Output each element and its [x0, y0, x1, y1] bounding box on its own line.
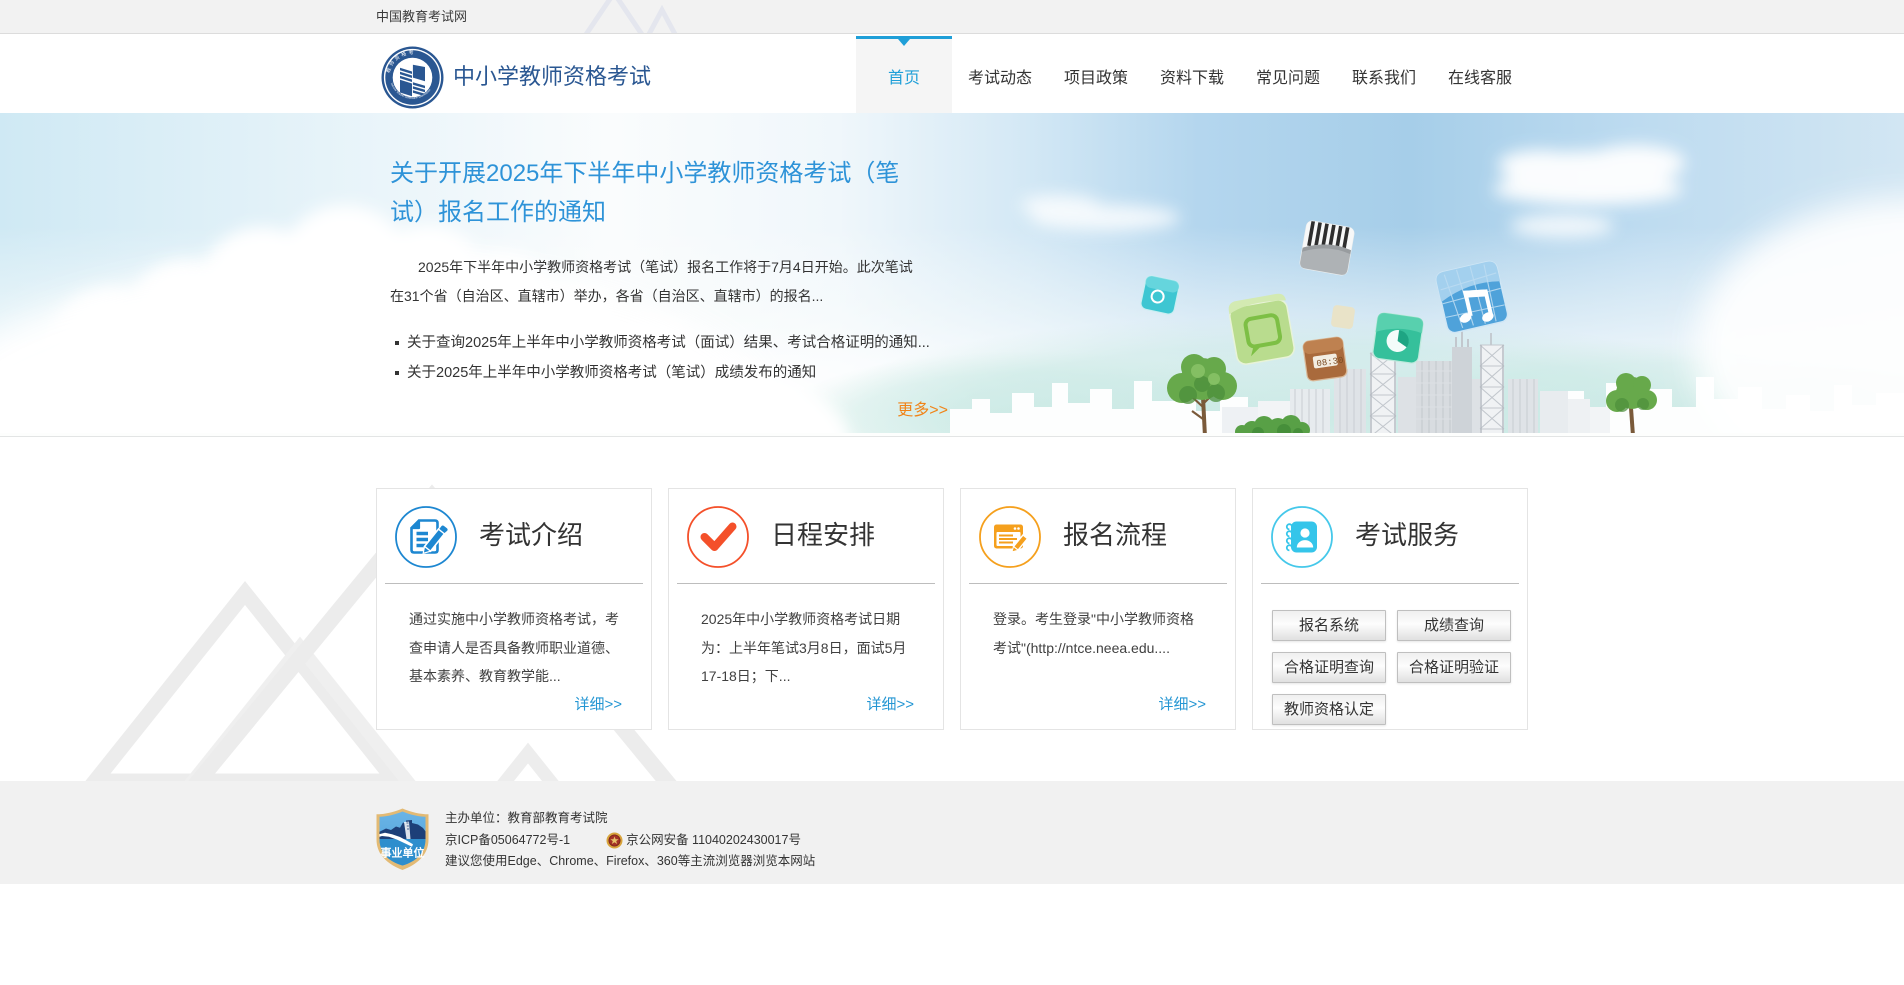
svg-text:事业单位: 事业单位 — [381, 846, 425, 860]
